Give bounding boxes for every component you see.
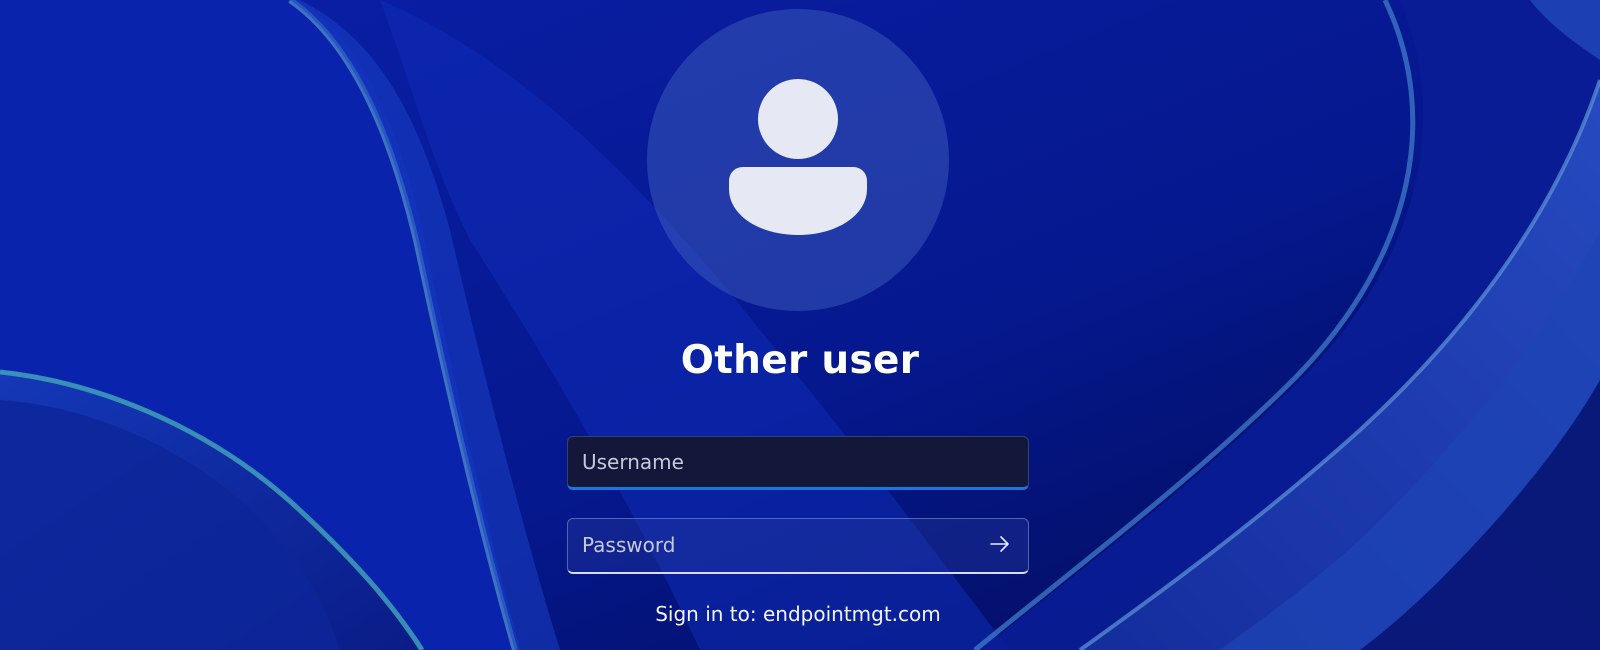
password-field[interactable] [568, 519, 968, 571]
password-box [567, 518, 1029, 574]
lock-screen: Other user Sign in to: endpointmgt.com [0, 0, 1600, 650]
submit-button[interactable] [980, 526, 1020, 564]
user-display-name: Other user [680, 338, 920, 383]
username-field[interactable] [567, 436, 1029, 490]
person-icon [729, 79, 867, 235]
arrow-right-icon [990, 535, 1009, 552]
sign-in-domain-label: Sign in to: endpointmgt.com [560, 602, 1036, 626]
sign-in-prefix: Sign in to: [655, 602, 763, 626]
domain-name: endpointmgt.com [762, 602, 941, 626]
user-avatar [647, 9, 949, 311]
